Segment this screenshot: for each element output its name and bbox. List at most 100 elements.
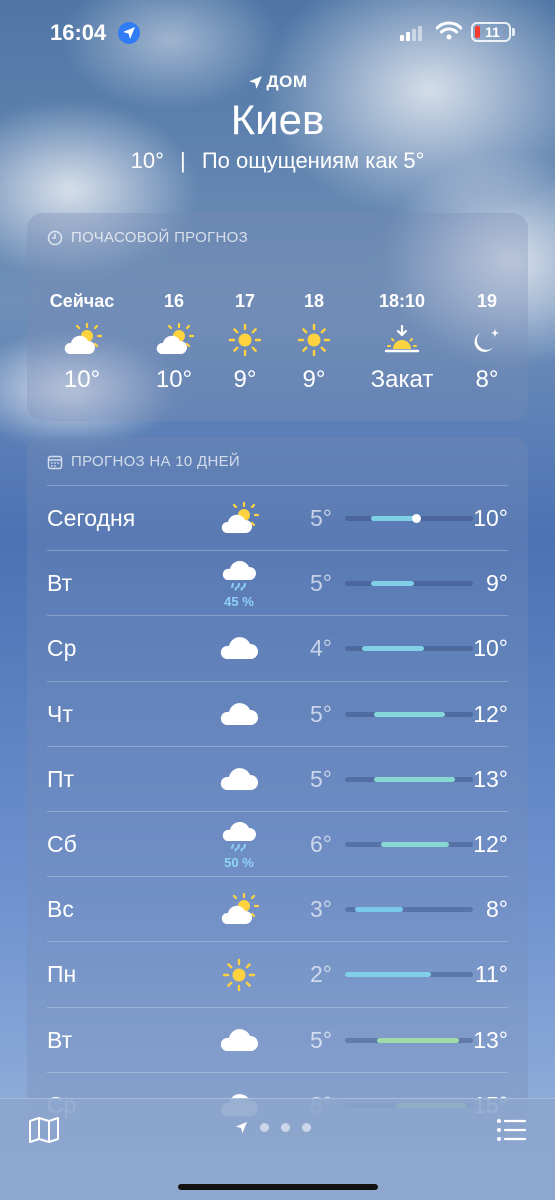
day-low-temp: 6°	[310, 831, 332, 857]
day-high-temp: 10°	[473, 635, 508, 662]
day-row[interactable]: Вт 5° 13°	[47, 1006, 508, 1072]
rain-cloud-icon: 45 %	[217, 561, 261, 609]
day-low-temp: 5°	[310, 570, 332, 597]
day-name: Вс	[47, 896, 74, 923]
sunset-icon	[362, 320, 442, 360]
hour-label: Сейчас	[49, 291, 115, 311]
day-row[interactable]: Ср 4° 10°	[47, 615, 508, 680]
day-name: Ср	[47, 635, 77, 662]
status-bar: 16:04 11	[0, 0, 555, 60]
temp-range-fill	[355, 907, 403, 913]
day-row[interactable]: Вт 45 % 5° 9°	[47, 550, 508, 615]
day-high-temp: 12°	[473, 700, 508, 727]
clock-icon	[47, 230, 63, 245]
hour-label: 19	[476, 291, 498, 311]
sun-icon	[274, 320, 354, 360]
temp-range-fill	[380, 842, 449, 847]
temp-range-fill	[377, 1037, 459, 1043]
day-name: Пн	[47, 961, 77, 988]
temp-range-fill	[361, 646, 425, 652]
current-location-page-icon[interactable]	[235, 1121, 248, 1134]
hour-temp: Закат	[370, 366, 434, 393]
day-row[interactable]: Пт 5° 13°	[47, 745, 508, 811]
day-high-temp: 9°	[486, 570, 508, 597]
day-name: Чт	[47, 700, 73, 727]
precipitation-chance: 50 %	[224, 855, 254, 870]
day-name: Сб	[47, 831, 77, 857]
hour-label: 17	[234, 291, 256, 311]
day-row[interactable]: Сб 50 % 6° 12°	[47, 811, 508, 876]
cloud-icon	[217, 632, 261, 667]
hourly-forecast-card[interactable]: ПОЧАСОВОЙ ПРОГНОЗ Сейчас 10° 16 10° 17 9° 18 9°…	[27, 213, 528, 421]
home-indicator	[178, 1184, 378, 1190]
rain-cloud-icon: 50 %	[217, 821, 261, 870]
hourly-title: ПОЧАСОВОЙ ПРОГНОЗ	[71, 229, 248, 246]
day-name: Вт	[47, 570, 73, 597]
status-time: 16:04	[50, 20, 107, 45]
current-temp-marker	[412, 514, 422, 523]
temp-range-bar	[345, 711, 473, 717]
hour-temp: 9°	[302, 366, 326, 393]
battery-level: 11	[485, 24, 500, 40]
day-row[interactable]: Сегодня 5° 10°	[47, 485, 508, 550]
hour-temp: 9°	[233, 366, 257, 393]
day-name: Сегодня	[47, 505, 136, 531]
bottom-toolbar	[0, 1098, 555, 1200]
page-dot[interactable]	[260, 1123, 269, 1132]
temp-range-bar	[345, 1037, 473, 1043]
cloud-icon	[217, 698, 261, 733]
temp-range-bar	[345, 514, 473, 523]
hourly-item: 16 10°	[134, 291, 214, 394]
page-indicator[interactable]	[235, 1121, 311, 1134]
cellular-signal-icon	[400, 25, 426, 41]
page-dot[interactable]	[302, 1123, 311, 1132]
day-low-temp: 4°	[310, 635, 332, 662]
city-name: Киев	[230, 96, 325, 143]
hourly-item: 18 9°	[274, 291, 354, 394]
temp-range-bar	[345, 646, 473, 652]
day-name: Пт	[47, 765, 75, 792]
day-high-temp: 10°	[473, 505, 508, 531]
hour-label: 18	[303, 291, 325, 311]
temp-range-fill	[374, 711, 445, 717]
day-row[interactable]: Пн 2° 11°	[47, 941, 508, 1006]
temp-range-bar	[345, 776, 473, 782]
day-row[interactable]: Вс 3° 8°	[47, 876, 508, 941]
hourly-item: Сейчас 10°	[42, 291, 122, 394]
partly-cloudy-icon	[42, 320, 122, 360]
wifi-icon	[436, 21, 462, 40]
day-high-temp: 8°	[486, 896, 508, 923]
moon-stars-icon	[447, 320, 527, 360]
day-name: Вт	[47, 1026, 73, 1053]
day-low-temp: 3°	[310, 896, 332, 923]
hourly-item: 18:10 Закат	[362, 291, 442, 394]
day-low-temp: 2°	[310, 961, 332, 988]
day-high-temp: 13°	[473, 1026, 508, 1053]
map-icon[interactable]	[28, 1116, 60, 1144]
day-row[interactable]: Чт 5° 12°	[47, 680, 508, 746]
battery-icon: 11	[471, 22, 511, 42]
day-low-temp: 5°	[310, 505, 332, 531]
cloud-icon	[217, 1024, 261, 1059]
current-conditions: 10° | По ощущениям как 5°	[130, 148, 425, 173]
ten-day-forecast-card[interactable]: ПРОГНОЗ НА 10 ДНЕЙ Сегодня 5° 10° Вт 45 % 5° 9…	[27, 437, 528, 1137]
hourly-item: 17 9°	[205, 291, 285, 394]
day-low-temp: 5°	[310, 700, 332, 727]
calendar-icon	[47, 455, 63, 469]
sun-icon	[205, 320, 285, 360]
hourly-item: 19 8°	[447, 291, 527, 394]
list-icon[interactable]	[496, 1117, 526, 1143]
partly-cloudy-icon	[217, 501, 261, 541]
day-low-temp: 5°	[310, 1026, 332, 1053]
temp-range-bar	[345, 907, 473, 913]
sun-icon	[217, 958, 261, 997]
location-header: ДОМ Киев 10° | По ощущениям как 5°	[0, 72, 555, 174]
precipitation-chance: 45 %	[224, 594, 254, 610]
day-low-temp: 5°	[310, 765, 332, 792]
page-dot[interactable]	[281, 1123, 290, 1132]
partly-cloudy-icon	[134, 320, 214, 360]
hour-label: 18:10	[378, 291, 426, 311]
temp-range-fill	[370, 581, 415, 587]
temp-range-fill	[345, 972, 431, 978]
location-label: ДОМ	[266, 72, 308, 91]
